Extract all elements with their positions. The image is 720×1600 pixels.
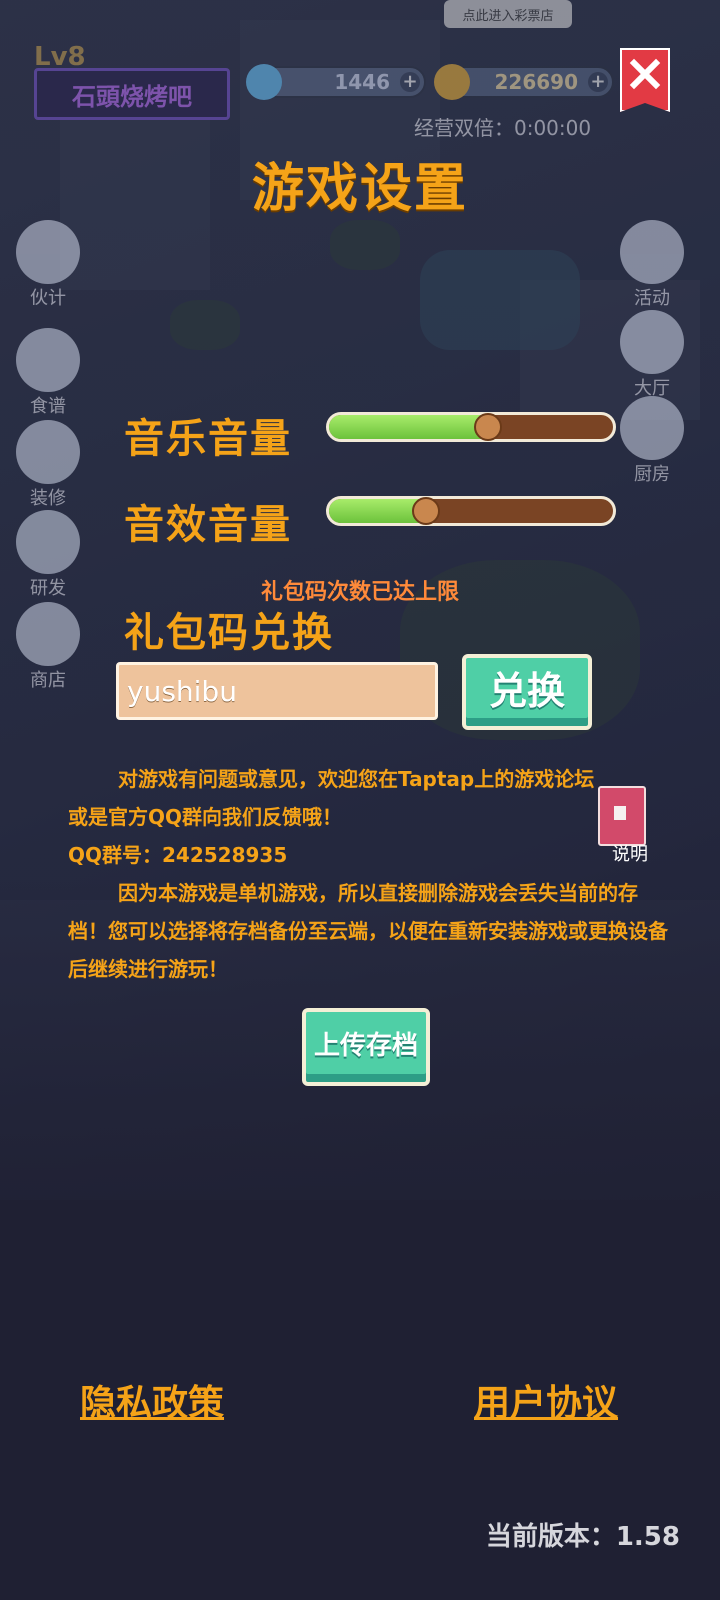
gem-icon [246,64,282,100]
sfx-volume-slider[interactable] [326,496,616,526]
info-text: 对游戏有问题或意见，欢迎您在Taptap上的游戏论坛或是官方QQ群向我们反馈哦！… [68,760,672,988]
close-button[interactable] [620,48,670,112]
help-book-icon[interactable] [598,786,646,846]
coin-icon [434,64,470,100]
side-item: 大厅 [620,310,692,400]
sfx-volume-knob[interactable] [411,497,440,525]
side-item: 商店 [16,602,88,692]
calendar-icon [620,220,684,284]
music-volume-fill [329,415,489,439]
recipe-icon [16,328,80,392]
user-agreement-link[interactable]: 用户协议 [474,1374,618,1426]
side-item: 伙计 [16,220,88,310]
gem-amount: 1446 [334,70,390,94]
side-item: 活动 [620,220,692,310]
close-icon [629,58,661,90]
side-item: 厨房 [620,396,692,486]
research-icon [16,510,80,574]
shop-name-sign: 石頭烧烤吧 [34,68,230,120]
privacy-policy-link[interactable]: 隐私政策 [80,1374,224,1426]
plus-icon: + [588,72,608,92]
book-page [614,806,626,820]
redeem-button[interactable]: 兑换 [462,654,592,730]
coin-counter: 226690 + [434,64,614,100]
side-item: 装修 [16,420,88,510]
save-warning-text: 因为本游戏是单机游戏，所以直接删除游戏会丢失当前的存档！您可以选择将存档备份至云… [68,881,668,981]
music-volume-knob[interactable] [474,413,503,441]
coin-amount: 226690 [494,70,579,94]
kitchen-icon [620,396,684,460]
qq-group-text: QQ群号：242528935 [68,843,288,867]
shop-icon [16,602,80,666]
chef-icon [16,220,80,284]
double-income-timer: 经营双倍：0:00:00 [414,116,592,140]
lottery-banner: 点此进入彩票店 [444,0,572,28]
hall-icon [620,310,684,374]
gift-code-label: 礼包码兑换 [124,610,334,656]
side-item: 食谱 [16,328,88,418]
sfx-volume-label: 音效音量 [124,502,292,548]
help-label[interactable]: 说明 [612,840,648,866]
music-volume-slider[interactable] [326,412,616,442]
decor-icon [16,420,80,484]
upload-save-button[interactable]: 上传存档 [302,1008,430,1086]
gem-counter: 1446 + [246,64,426,100]
music-volume-label: 音乐音量 [124,416,292,462]
version-text: 当前版本：1.58 [485,1522,680,1552]
feedback-text: 对游戏有问题或意见，欢迎您在Taptap上的游戏论坛或是官方QQ群向我们反馈哦！ [68,767,595,829]
plus-icon: + [400,72,420,92]
gift-code-input[interactable] [116,662,438,720]
settings-title: 游戏设置 [251,159,468,219]
gift-code-limit-notice: 礼包码次数已达上限 [260,580,459,605]
